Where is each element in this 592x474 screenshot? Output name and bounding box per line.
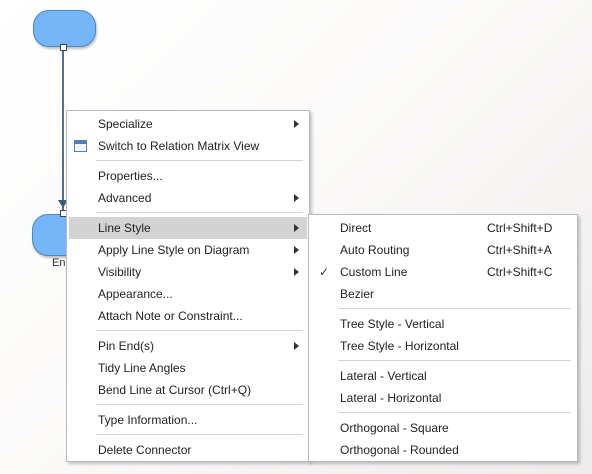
menu-item-visibility[interactable]: Visibility xyxy=(69,261,307,283)
menu-item-label: Direct xyxy=(340,221,372,235)
menu-item-label: Tidy Line Angles xyxy=(98,361,186,375)
menu-item-label: Tree Style - Vertical xyxy=(340,317,445,331)
menu-item-label: Apply Line Style on Diagram xyxy=(98,243,250,257)
menu-item-label: Bend Line at Cursor (Ctrl+Q) xyxy=(98,383,252,397)
menu-item-label: Delete Connector xyxy=(98,443,192,457)
menu-item-properties[interactable]: Properties... xyxy=(69,165,307,187)
menu-item-label: Pin End(s) xyxy=(98,339,155,353)
menu-item-bend-line-at-cursor[interactable]: Bend Line at Cursor (Ctrl+Q) xyxy=(69,379,307,401)
submenu-arrow-icon xyxy=(294,224,299,232)
connector-start-handle[interactable] xyxy=(60,44,67,51)
menu-item-tidy-line-angles[interactable]: Tidy Line Angles xyxy=(69,357,307,379)
menu-item-type-information[interactable]: Type Information... xyxy=(69,409,307,431)
menu-separator xyxy=(96,404,303,405)
submenu-item-auto-routing[interactable]: Auto Routing Ctrl+Shift+A xyxy=(311,239,575,261)
menu-item-pin-ends[interactable]: Pin End(s) xyxy=(69,335,307,357)
submenu-arrow-icon xyxy=(294,268,299,276)
submenu-item-lateral-vertical[interactable]: Lateral - Vertical xyxy=(311,365,575,387)
shortcut-text: Ctrl+Shift+C xyxy=(487,265,553,279)
menu-item-label: Type Information... xyxy=(98,413,198,427)
submenu-arrow-icon xyxy=(294,194,299,202)
menu-item-label: Tree Style - Horizontal xyxy=(340,339,459,353)
submenu-item-tree-style-horizontal[interactable]: Tree Style - Horizontal xyxy=(311,335,575,357)
menu-item-advanced[interactable]: Advanced xyxy=(69,187,307,209)
menu-item-label: Orthogonal - Rounded xyxy=(340,443,459,457)
connector-line[interactable] xyxy=(62,47,64,212)
menu-separator xyxy=(96,434,303,435)
menu-separator xyxy=(338,308,571,309)
menu-item-label: Appearance... xyxy=(98,287,173,301)
menu-item-label: Advanced xyxy=(98,191,152,205)
relation-matrix-icon xyxy=(74,140,87,152)
menu-item-label: Properties... xyxy=(98,169,163,183)
submenu-item-direct[interactable]: Direct Ctrl+Shift+D xyxy=(311,217,575,239)
menu-item-label: Bezier xyxy=(340,287,375,301)
submenu-item-orthogonal-square[interactable]: Orthogonal - Square xyxy=(311,417,575,439)
diagram-element-top[interactable] xyxy=(33,10,96,47)
submenu-item-orthogonal-rounded[interactable]: Orthogonal - Rounded xyxy=(311,439,575,461)
menu-item-label: Attach Note or Constraint... xyxy=(98,309,243,323)
submenu-arrow-icon xyxy=(294,246,299,254)
submenu-item-custom-line[interactable]: ✓ Custom Line Ctrl+Shift+C xyxy=(311,261,575,283)
menu-item-label: Auto Routing xyxy=(340,243,410,257)
menu-item-apply-line-style-on-diagram[interactable]: Apply Line Style on Diagram xyxy=(69,239,307,261)
menu-item-appearance[interactable]: Appearance... xyxy=(69,283,307,305)
submenu-item-tree-style-vertical[interactable]: Tree Style - Vertical xyxy=(311,313,575,335)
menu-item-specialize[interactable]: Specialize xyxy=(69,113,307,135)
menu-item-switch-to-relation-matrix-view[interactable]: Switch to Relation Matrix View xyxy=(69,135,307,157)
menu-item-delete-connector[interactable]: Delete Connector xyxy=(69,439,307,461)
checkmark-icon: ✓ xyxy=(319,265,330,279)
shortcut-text: Ctrl+Shift+A xyxy=(487,243,552,257)
menu-item-label: Orthogonal - Square xyxy=(340,421,449,435)
menu-item-label: Lateral - Vertical xyxy=(340,369,427,383)
diagram-element-bottom[interactable] xyxy=(32,214,70,256)
menu-item-label: Switch to Relation Matrix View xyxy=(98,139,260,153)
submenu-item-lateral-horizontal[interactable]: Lateral - Horizontal xyxy=(311,387,575,409)
menu-item-label: Line Style xyxy=(98,221,151,235)
submenu-item-bezier[interactable]: Bezier xyxy=(311,283,575,305)
menu-item-label: Lateral - Horizontal xyxy=(340,391,442,405)
submenu-arrow-icon xyxy=(294,120,299,128)
menu-item-line-style[interactable]: Line Style xyxy=(69,217,307,239)
menu-item-attach-note-or-constraint[interactable]: Attach Note or Constraint... xyxy=(69,305,307,327)
menu-separator xyxy=(338,412,571,413)
menu-separator xyxy=(96,212,303,213)
menu-separator xyxy=(96,160,303,161)
submenu-arrow-icon xyxy=(294,342,299,350)
menu-item-label: Custom Line xyxy=(340,265,408,279)
shortcut-text: Ctrl+Shift+D xyxy=(487,221,553,235)
menu-item-label: Visibility xyxy=(98,265,142,279)
menu-item-label: Specialize xyxy=(98,117,153,131)
connector-context-menu: Specialize Switch to Relation Matrix Vie… xyxy=(66,110,310,462)
element-name-label: En xyxy=(52,257,66,269)
line-style-submenu: Direct Ctrl+Shift+D Auto Routing Ctrl+Sh… xyxy=(308,214,578,462)
menu-separator xyxy=(338,360,571,361)
menu-separator xyxy=(96,330,303,331)
